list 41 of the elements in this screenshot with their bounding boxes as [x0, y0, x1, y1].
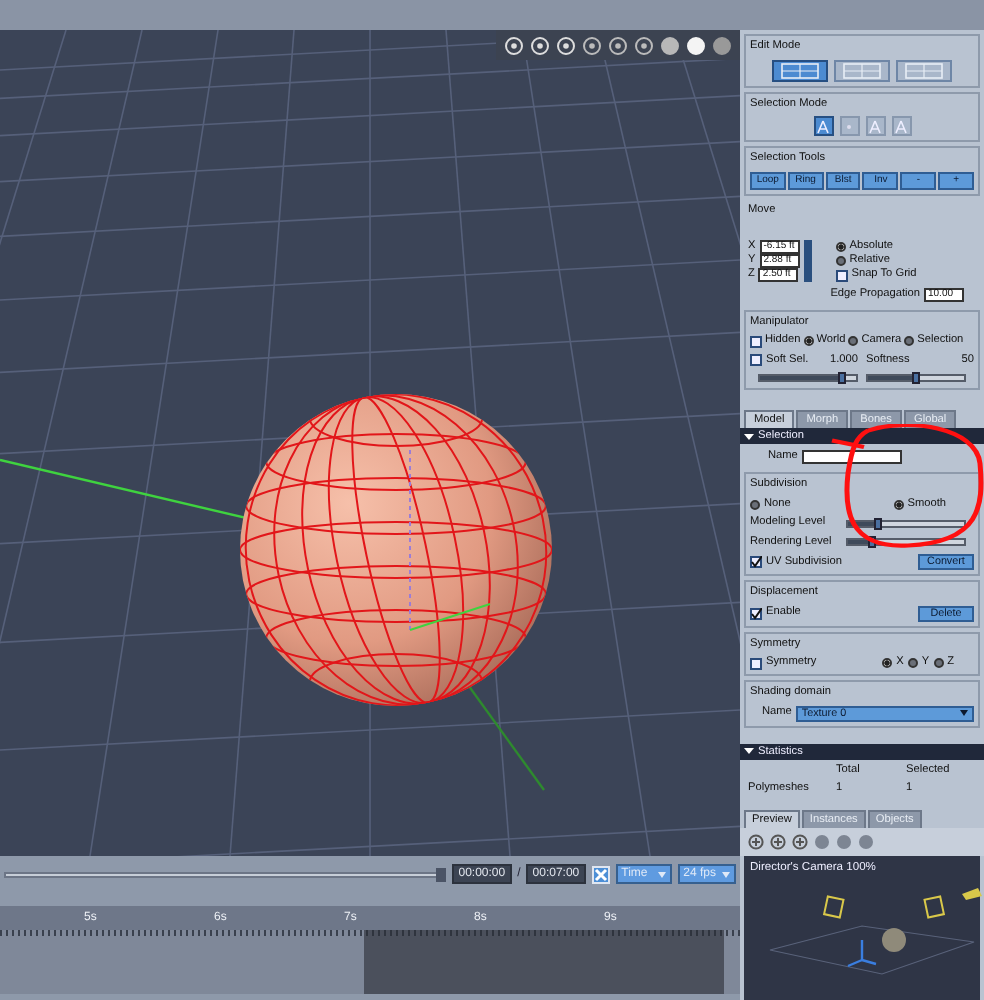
slider-track[interactable] — [846, 519, 966, 527]
radio-button[interactable] — [893, 499, 904, 509]
close-icon — [593, 867, 608, 881]
spin-buttons[interactable] — [803, 240, 812, 282]
radio-button[interactable] — [882, 658, 893, 668]
edit-mode-button[interactable] — [896, 59, 952, 81]
radio-button[interactable] — [835, 242, 846, 252]
slider-track[interactable] — [846, 538, 966, 546]
add-icon — [748, 834, 764, 850]
timeline-slider[interactable] — [4, 871, 447, 877]
playhead-handle[interactable] — [436, 867, 447, 881]
checkbox[interactable] — [750, 607, 762, 619]
edit-mode-button[interactable] — [772, 59, 828, 81]
radio-button[interactable] — [750, 499, 760, 509]
collapse-triangle-icon — [744, 433, 754, 439]
radio-button[interactable] — [933, 658, 944, 668]
dot-icon — [842, 119, 856, 133]
caret-icon — [960, 710, 968, 716]
slider-handle[interactable] — [837, 372, 846, 384]
slider-track[interactable] — [758, 374, 858, 382]
slider-track[interactable] — [866, 374, 966, 382]
radio-button[interactable] — [803, 336, 814, 346]
radio-button[interactable] — [904, 336, 915, 346]
selection-mode-button[interactable] — [813, 116, 833, 136]
checkbox[interactable] — [750, 556, 762, 568]
collapse-triangle-icon — [744, 748, 754, 754]
edit-mode-button[interactable] — [834, 59, 890, 81]
smooth-shaded-icon — [686, 35, 707, 55]
radio-button[interactable] — [848, 336, 859, 346]
caret-icon — [722, 871, 730, 877]
checkbox[interactable] — [750, 335, 762, 347]
caret-icon — [657, 871, 666, 877]
name-field[interactable] — [801, 450, 902, 464]
checkbox[interactable] — [750, 657, 762, 669]
radio-button[interactable] — [835, 256, 846, 266]
checkbox[interactable] — [750, 354, 762, 366]
slider-handle[interactable] — [912, 372, 920, 384]
radio-button[interactable] — [907, 658, 918, 668]
close-button[interactable] — [591, 865, 610, 883]
checkbox[interactable] — [835, 269, 848, 281]
texture-shaded-icon — [712, 35, 733, 55]
